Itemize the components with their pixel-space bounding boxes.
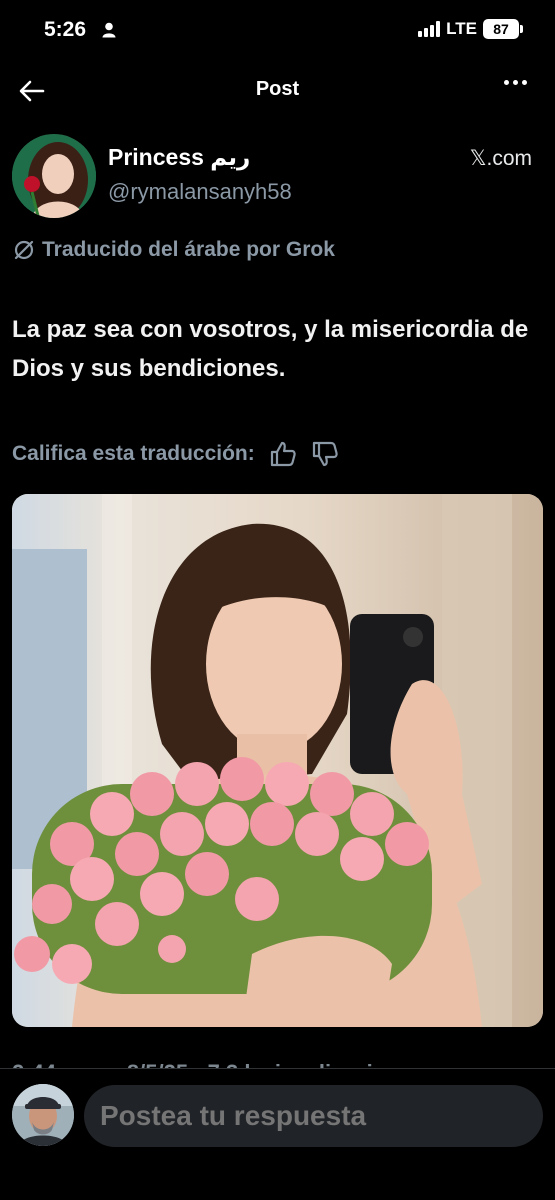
page-title: Post <box>255 78 300 100</box>
translation-notice-text: Traducido del árabe por Grok <box>42 238 335 261</box>
translation-notice: Traducido del árabe por Grok <box>12 238 335 262</box>
user-avatar[interactable] <box>12 1084 74 1146</box>
rate-translation: Califica esta traducción: <box>12 440 339 468</box>
author-avatar[interactable] <box>12 134 96 218</box>
post-author: Princess ريم @rymalansanyh58 𝕏.com <box>12 132 542 222</box>
author-handle[interactable]: @rymalansanyh58 <box>108 179 292 205</box>
thumbs-down-icon[interactable] <box>311 440 339 468</box>
no-sign-icon <box>14 240 34 260</box>
rate-translation-label: Califica esta traducción: <box>12 442 255 465</box>
person-icon <box>102 22 116 38</box>
signal-icon <box>418 21 441 37</box>
battery-level: 87 <box>493 21 509 37</box>
battery-icon: 87 <box>483 19 523 39</box>
status-indicators: LTE 87 <box>418 19 523 39</box>
user-avatar-image <box>12 1084 74 1146</box>
reply-bar <box>0 1068 555 1200</box>
post-photo[interactable] <box>12 494 543 1027</box>
network-label: LTE <box>446 19 477 38</box>
thumbs-up-icon[interactable] <box>269 440 297 468</box>
author-avatar-image <box>12 134 96 218</box>
top-nav: Post <box>0 62 555 118</box>
status-time: 5:26 <box>44 18 87 41</box>
source-link[interactable]: 𝕏.com <box>470 146 532 171</box>
reply-input[interactable] <box>84 1085 543 1147</box>
author-display-name[interactable]: Princess ريم <box>108 144 250 171</box>
more-icon[interactable] <box>504 80 527 85</box>
status-bar: 5:26 LTE 87 <box>0 0 555 62</box>
tweet-text: La paz sea con vosotros, y la misericord… <box>12 316 529 382</box>
woman-with-roses-image <box>12 494 543 1027</box>
